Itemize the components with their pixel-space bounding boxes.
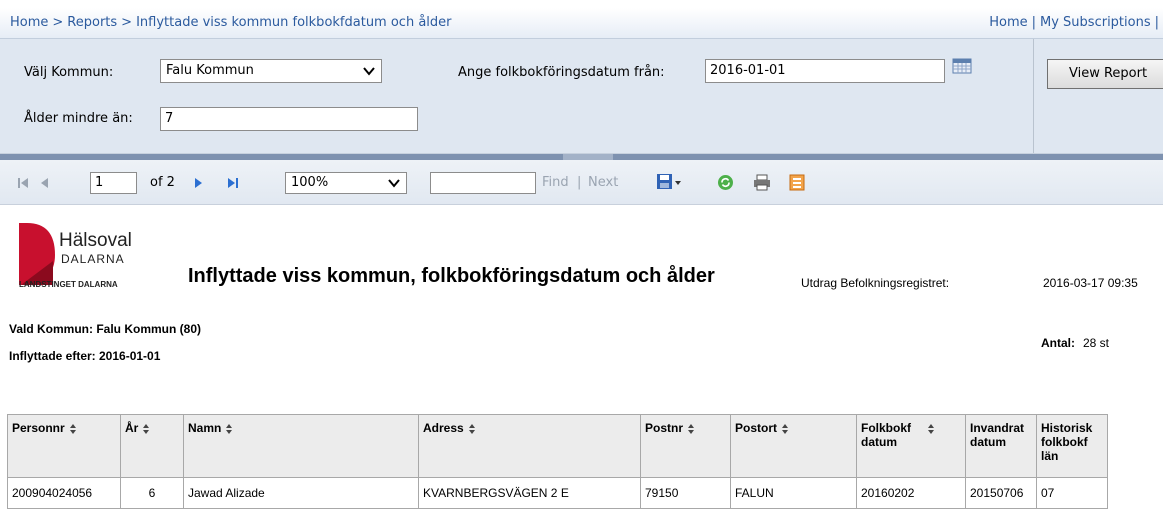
breadcrumb-reports[interactable]: Reports (67, 15, 117, 30)
date-label: Ange folkbokföringsdatum från: (458, 65, 665, 80)
logo-text-halsoval: Hälsoval (59, 230, 132, 251)
breadcrumb-separator: > (52, 15, 64, 30)
cell-historisk-lan: 07 (1036, 477, 1108, 509)
cell-invandrat-datum: 20150706 (965, 477, 1037, 509)
column-header-historisk-lan: Historisk folkbokf län (1036, 414, 1108, 478)
date-input[interactable]: 2016-01-01 (705, 59, 945, 83)
calendar-icon[interactable] (952, 58, 972, 74)
parameter-divider (1033, 39, 1034, 153)
breadcrumb: Home > Reports > Inflyttade viss kommun folk… (10, 15, 452, 30)
next-page-icon[interactable] (193, 176, 205, 190)
cell-ar: 6 (120, 477, 184, 509)
data-feed-icon[interactable] (789, 174, 805, 191)
sort-icon[interactable] (687, 423, 695, 435)
breadcrumb-current-report: Inflyttade viss kommun folkbokfdatum och… (136, 15, 452, 30)
page-count: of 2 (150, 175, 175, 190)
column-header-adress[interactable]: Adress (418, 414, 641, 478)
kommun-label: Välj Kommun: (24, 65, 114, 80)
find-link[interactable]: Find (542, 175, 569, 190)
column-header-ar[interactable]: År (120, 414, 184, 478)
cell-namn: Jawad Alizade (183, 477, 419, 509)
table-header-row: Personnr År Namn Adress Postnr Postort F… (7, 414, 1108, 478)
next-link[interactable]: Next (588, 175, 618, 190)
sort-icon[interactable] (781, 423, 789, 435)
sort-icon[interactable] (927, 423, 935, 435)
table-row: 200904024056 6 Jawad Alizade KVARNBERGSV… (7, 477, 1108, 509)
print-icon[interactable] (753, 174, 771, 191)
column-header-label: Postnr (645, 421, 684, 435)
column-header-label: Adress (423, 421, 464, 435)
column-header-label: Postort (735, 421, 777, 435)
column-header-postnr[interactable]: Postnr (640, 414, 731, 478)
extract-timestamp: 2016-03-17 09:35 (1043, 276, 1138, 290)
parameter-area (0, 39, 1163, 154)
find-separator: | (577, 175, 582, 190)
selected-kommun: Vald Kommun: Falu Kommun (80) (9, 322, 202, 336)
sort-icon[interactable] (142, 423, 150, 435)
zoom-value: 100% (291, 175, 329, 190)
top-link-separator: | (1031, 15, 1037, 30)
export-icon[interactable] (656, 173, 682, 191)
column-header-personnr[interactable]: Personnr (7, 414, 121, 478)
extract-label: Utdrag Befolkningsregistret: (801, 276, 950, 290)
column-header-label: Folkbokf datum (861, 421, 911, 449)
previous-page-icon[interactable] (38, 176, 50, 190)
column-header-folkbokf-datum[interactable]: Folkbokf datum (856, 414, 966, 478)
chevron-down-icon (388, 179, 400, 188)
page-number-input[interactable]: 1 (90, 172, 137, 194)
results-table: Personnr År Namn Adress Postnr Postort F… (7, 414, 1108, 509)
find-input[interactable] (430, 172, 536, 194)
logo-text-landstinget: LANDSTINGET DALARNA (19, 280, 118, 289)
age-input[interactable]: 7 (160, 107, 418, 131)
zoom-select[interactable]: 100% (285, 172, 407, 194)
first-page-icon[interactable] (16, 176, 30, 190)
kommun-select[interactable]: Falu Kommun (160, 59, 382, 83)
sort-icon[interactable] (69, 423, 77, 435)
cell-postnr: 79150 (640, 477, 731, 509)
kommun-select-value: Falu Kommun (166, 63, 254, 78)
sort-icon[interactable] (468, 423, 476, 435)
moved-in-after: Inflyttade efter: 2016-01-01 (9, 349, 161, 363)
column-header-label: Historisk folkbokf län (1041, 421, 1093, 463)
refresh-icon[interactable] (717, 174, 734, 191)
cell-folkbokf-datum: 20160202 (856, 477, 966, 509)
cell-adress: KVARNBERGSVÄGEN 2 E (418, 477, 641, 509)
column-header-invandrat-datum: Invandrat datum (965, 414, 1037, 478)
column-header-label: År (125, 421, 139, 435)
sort-icon[interactable] (225, 423, 233, 435)
report-title: Inflyttade viss kommun, folkbokföringsda… (188, 265, 715, 287)
last-page-icon[interactable] (226, 176, 240, 190)
cell-postort: FALUN (730, 477, 857, 509)
age-label: Ålder mindre än: (24, 111, 133, 126)
count-value: 28 st (1083, 336, 1110, 350)
breadcrumb-separator: > (121, 15, 133, 30)
view-report-button[interactable]: View Report (1047, 59, 1163, 89)
column-header-postort[interactable]: Postort (730, 414, 857, 478)
top-link-separator: | (1154, 15, 1159, 30)
top-link-my-subscriptions[interactable]: My Subscriptions (1040, 15, 1151, 30)
column-header-label: Invandrat datum (970, 421, 1025, 449)
breadcrumb-home[interactable]: Home (10, 15, 48, 30)
top-link-home[interactable]: Home (989, 15, 1027, 30)
column-header-label: Namn (188, 421, 222, 435)
halsoval-logo: Hälsoval DALARNA LANDSTINGET DALARNA (19, 223, 159, 297)
chevron-down-icon (363, 67, 375, 76)
cell-personnr: 200904024056 (7, 477, 121, 509)
logo-text-dalarna: DALARNA (61, 252, 125, 266)
top-links: Home | My Subscriptions | (989, 15, 1163, 30)
breadcrumb-bar: Home > Reports > Inflyttade viss kommun folk… (0, 8, 1163, 39)
column-header-namn[interactable]: Namn (183, 414, 419, 478)
count-label: Antal: (1041, 336, 1075, 350)
column-header-label: Personnr (12, 421, 65, 435)
